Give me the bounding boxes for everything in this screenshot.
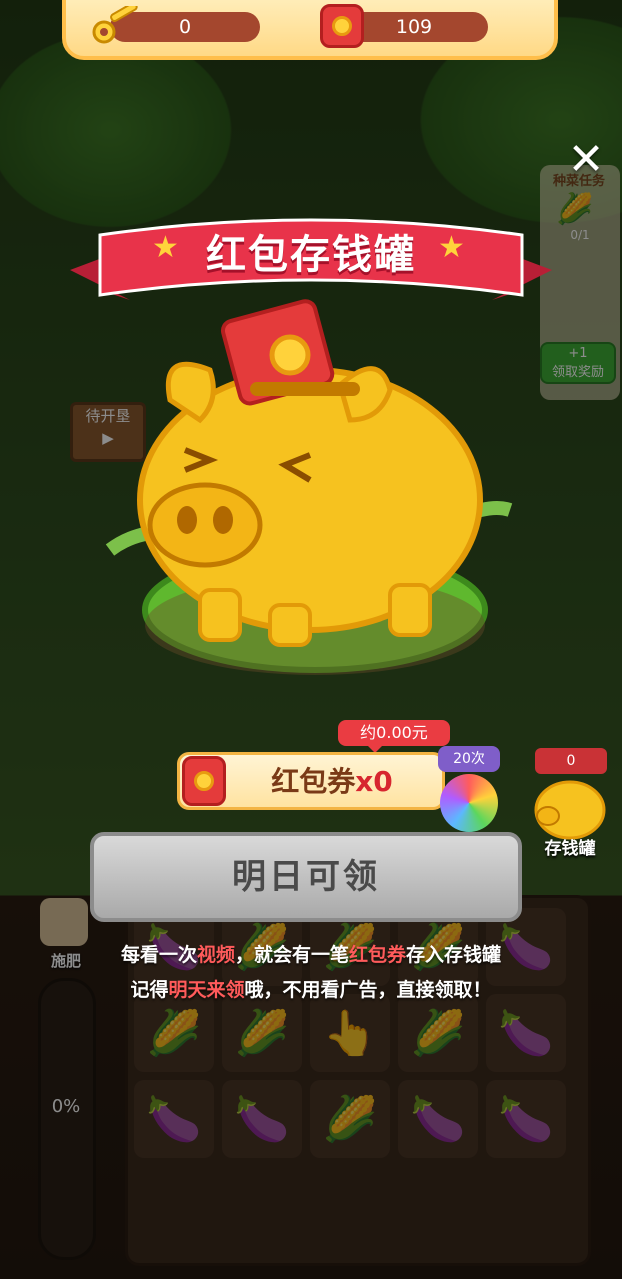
- coupon-multiplier: x0: [355, 765, 393, 798]
- instr-highlight: 明天来领: [168, 979, 245, 1001]
- instr-text: ，就会有一笔: [234, 944, 349, 966]
- key-icon: [92, 6, 138, 44]
- instruction-line-2: 记得明天来领哦，不用看广告，直接领取！: [60, 975, 562, 1002]
- star-icon: ★: [152, 230, 179, 265]
- coupon-text: 红包券: [271, 765, 356, 798]
- keys-value: 0: [178, 16, 192, 38]
- instr-highlight: 视频: [196, 944, 235, 966]
- instruction-line-1: 每看一次视频，就会有一笔红包券存入存钱罐: [60, 940, 562, 967]
- coupon-balance: 红包券x0: [232, 760, 432, 800]
- instr-text: 记得: [130, 979, 169, 1001]
- piggy-bank-label: 存钱罐: [544, 839, 596, 859]
- instr-text: 哦，不用看广告，直接领取！: [244, 979, 492, 1001]
- close-icon[interactable]: ✕: [566, 138, 606, 182]
- star-icon: ★: [438, 230, 465, 265]
- red-packet-icon: [320, 4, 364, 48]
- claim-tomorrow-button[interactable]: 明日可领: [90, 832, 522, 922]
- golden-piggy-bank-icon: [105, 299, 513, 675]
- lucky-wheel-icon[interactable]: [440, 774, 498, 832]
- amount-estimate-badge: 约0.00元: [338, 720, 450, 753]
- wheel-count-badge: 20次: [438, 746, 500, 772]
- popup-title: 红包存钱罐: [206, 232, 416, 278]
- instr-highlight: 红包券: [349, 944, 407, 966]
- instr-text: 存入存钱罐: [406, 944, 502, 966]
- instr-text: 每看一次: [120, 944, 197, 966]
- red-packet-icon: [182, 756, 226, 806]
- coupons-value: 109: [395, 16, 433, 38]
